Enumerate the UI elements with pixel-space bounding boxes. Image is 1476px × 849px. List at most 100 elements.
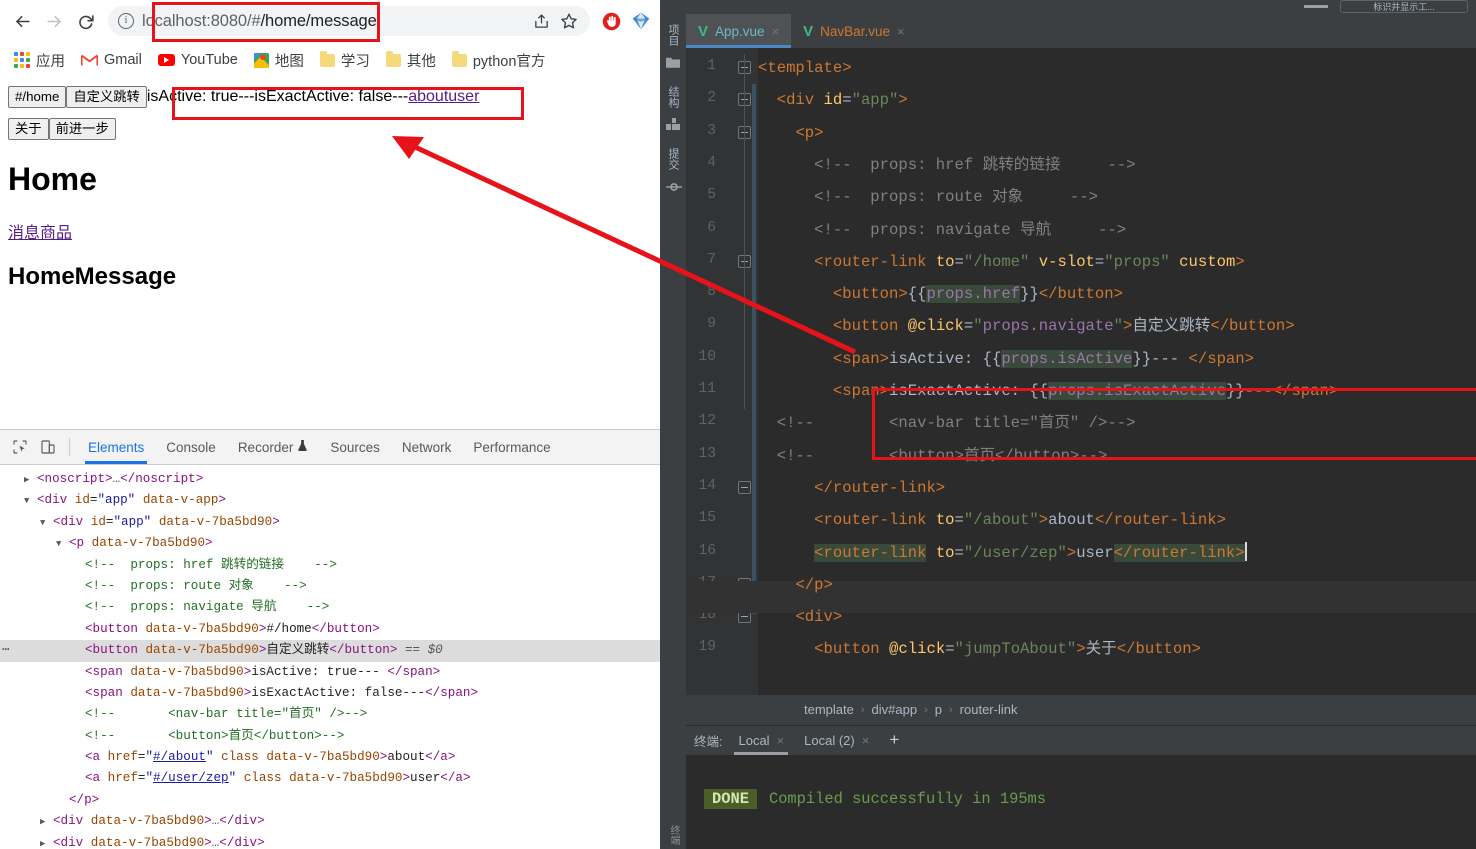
user-link[interactable]: user xyxy=(448,88,479,105)
code-line[interactable]: <div id="app"> xyxy=(758,84,908,116)
tab-sources[interactable]: Sources xyxy=(319,430,391,464)
message-link[interactable]: 消息 xyxy=(8,225,40,242)
code-text-area[interactable]: <template> <div id="app"> <p> <!-- props… xyxy=(758,48,1476,695)
tab-performance[interactable]: Performance xyxy=(462,430,561,464)
close-icon[interactable]: × xyxy=(777,733,785,748)
bookmark-folder-study[interactable]: 学习 xyxy=(314,46,376,75)
tab-recorder[interactable]: Recorder xyxy=(227,430,320,464)
editor-tabbar: V App.vue × V NavBar.vue × xyxy=(686,14,1476,48)
dom-tree-row[interactable]: ▼ <div id="app" data-v-app> xyxy=(0,490,660,511)
rail-item-project[interactable]: 项目 xyxy=(665,24,681,46)
dom-tree-row[interactable]: ▶ </p> xyxy=(0,790,660,811)
close-icon[interactable]: × xyxy=(862,733,870,748)
tab-network[interactable]: Network xyxy=(391,430,463,464)
dom-tree-row[interactable]: ▶ <button data-v-7ba5bd90>#/home</button… xyxy=(0,619,660,640)
vue-icon: V xyxy=(803,22,814,40)
bookmark-apps[interactable]: 应用 xyxy=(8,46,71,75)
dom-tree-row[interactable]: ⋯▶ <button data-v-7ba5bd90>自定义跳转</button… xyxy=(0,640,660,662)
code-line[interactable]: <!-- <button>首页</button>--> xyxy=(758,440,1108,472)
reload-button[interactable] xyxy=(70,5,102,37)
code-line[interactable]: <!-- props: href 跳转的链接 --> xyxy=(758,149,1135,181)
bookmark-star-icon[interactable] xyxy=(556,8,582,34)
back-button[interactable] xyxy=(6,5,38,37)
editor-tab-navbar-vue[interactable]: V NavBar.vue × xyxy=(791,14,916,48)
code-line[interactable]: <router-link to="/about">about</router-l… xyxy=(758,504,1226,536)
fold-expand-icon[interactable] xyxy=(738,480,751,494)
dom-tree-row[interactable]: ▶ <span data-v-7ba5bd90>isActive: true--… xyxy=(0,662,660,683)
code-line[interactable]: <router-link to="/user/zep">user</router… xyxy=(758,537,1247,569)
code-line[interactable]: <p> xyxy=(758,117,823,149)
extension-diamond-icon[interactable] xyxy=(628,8,654,34)
terminal-output[interactable]: DONE Compiled successfully in 195ms xyxy=(686,754,1476,849)
dom-tree-row[interactable]: ▶ <noscript>…</noscript> xyxy=(0,469,660,490)
about-link[interactable]: about xyxy=(408,88,448,105)
rail-item-commit[interactable]: 提交 xyxy=(665,148,681,170)
code-line[interactable]: <!-- props: navigate 导航 --> xyxy=(758,214,1126,246)
breadcrumb-item-p[interactable]: p xyxy=(935,702,942,717)
navigate-button[interactable]: 自定义跳转 xyxy=(66,86,147,108)
ide-window-button[interactable]: 标识并显示工... xyxy=(1340,0,1468,13)
rail-item-bottom[interactable]: 终端 xyxy=(666,825,681,845)
bookmark-maps[interactable]: 地图 xyxy=(248,46,310,75)
site-info-icon[interactable]: i xyxy=(118,13,134,29)
terminal-tab-local[interactable]: Local × xyxy=(728,726,794,755)
code-line[interactable]: <!-- <nav-bar title="首页" />--> xyxy=(758,407,1136,439)
code-line[interactable]: <div> xyxy=(758,601,842,633)
structure-icon[interactable] xyxy=(666,117,680,131)
compile-message: Compiled successfully in 195ms xyxy=(768,789,1047,808)
tab-console[interactable]: Console xyxy=(155,430,227,464)
window-minimize-icon[interactable] xyxy=(1304,5,1328,8)
dom-tree-row[interactable]: ▶ <a href="#/about" class data-v-7ba5bd9… xyxy=(0,747,660,768)
bookmark-folder-python[interactable]: python官方 xyxy=(446,46,552,75)
dom-tree-row[interactable]: ▶ <!-- <nav-bar title="首页" />--> xyxy=(0,704,660,725)
goods-link[interactable]: 商品 xyxy=(40,225,72,242)
dom-tree-row[interactable]: ▶ <div data-v-7ba5bd90>…</div> xyxy=(0,833,660,849)
breadcrumb-item-routerlink[interactable]: router-link xyxy=(960,702,1018,717)
forward-button[interactable] xyxy=(38,5,70,37)
code-line[interactable]: <span>isActive: {{props.isActive}}--- </… xyxy=(758,343,1254,375)
dom-tree[interactable]: ▶ <noscript>…</noscript> ▼ <div id="app" … xyxy=(0,465,660,849)
about-button[interactable]: 关于 xyxy=(8,117,49,140)
dom-tree-row[interactable]: ▶ <span data-v-7ba5bd90>isExactActive: f… xyxy=(0,683,660,704)
dom-tree-row[interactable]: ▶ <a href="#/user/zep" class data-v-7ba5… xyxy=(0,768,660,789)
dom-tree-row[interactable]: ▶ <!-- props: navigate 导航 --> xyxy=(0,597,660,618)
code-line[interactable]: <span>isExactActive: {{props.isExactActi… xyxy=(758,375,1338,407)
dom-tree-row[interactable]: ▼ <p data-v-7ba5bd90> xyxy=(0,533,660,554)
bookmark-label: 地图 xyxy=(274,53,304,70)
forward-step-button[interactable]: 前进一步 xyxy=(48,117,116,140)
code-line[interactable]: <template> xyxy=(758,52,852,84)
inspect-element-icon[interactable] xyxy=(6,434,34,460)
device-toolbar-icon[interactable] xyxy=(34,434,62,460)
share-icon[interactable] xyxy=(528,8,554,34)
code-line[interactable]: <button @click="jumpToAbout">关于</button> xyxy=(758,633,1201,665)
code-line[interactable]: <button>{{props.href}}</button> xyxy=(758,278,1123,310)
dom-tree-row[interactable]: ▶ <!-- props: href 跳转的链接 --> xyxy=(0,555,660,576)
code-editor[interactable]: 12345678910111213141516171819 <template>… xyxy=(686,48,1476,695)
dom-tree-row[interactable]: ▶ <!-- <button>首页</button>--> xyxy=(0,726,660,747)
address-bar[interactable]: i localhost:8080/#/home/message xyxy=(108,6,590,36)
terminal-tab-local-2[interactable]: Local (2) × xyxy=(794,726,879,755)
dom-tree-row[interactable]: ▼ <div id="app" data-v-7ba5bd90> xyxy=(0,512,660,533)
close-icon[interactable]: × xyxy=(897,24,905,39)
adblock-icon[interactable] xyxy=(598,8,624,34)
code-line[interactable]: </router-link> xyxy=(758,472,945,504)
close-icon[interactable]: × xyxy=(772,24,780,39)
code-line[interactable]: <!-- props: route 对象 --> xyxy=(758,181,1098,213)
editor-tab-app-vue[interactable]: V App.vue × xyxy=(686,14,792,48)
bookmark-youtube[interactable]: YouTube xyxy=(152,48,244,72)
project-icon[interactable] xyxy=(666,55,680,69)
code-line[interactable]: <router-link to="/home" v-slot="props" c… xyxy=(758,246,1245,278)
add-terminal-icon[interactable]: + xyxy=(879,726,909,755)
breadcrumb-item-template[interactable]: template xyxy=(804,702,854,717)
dom-tree-row[interactable]: ▶ <div data-v-7ba5bd90>…</div> xyxy=(0,811,660,832)
code-line[interactable]: </p> xyxy=(758,569,832,601)
commit-icon[interactable] xyxy=(666,179,682,193)
tab-elements[interactable]: Elements xyxy=(77,430,155,464)
breadcrumb-item-div[interactable]: div#app xyxy=(872,702,918,717)
href-button[interactable]: #/home xyxy=(8,86,67,108)
rail-item-structure[interactable]: 结构 xyxy=(665,86,681,108)
bookmark-folder-other[interactable]: 其他 xyxy=(380,46,442,75)
code-line[interactable]: <button @click="props.navigate">自定义跳转</b… xyxy=(758,310,1295,342)
bookmark-gmail[interactable]: Gmail xyxy=(75,48,148,72)
dom-tree-row[interactable]: ▶ <!-- props: route 对象 --> xyxy=(0,576,660,597)
